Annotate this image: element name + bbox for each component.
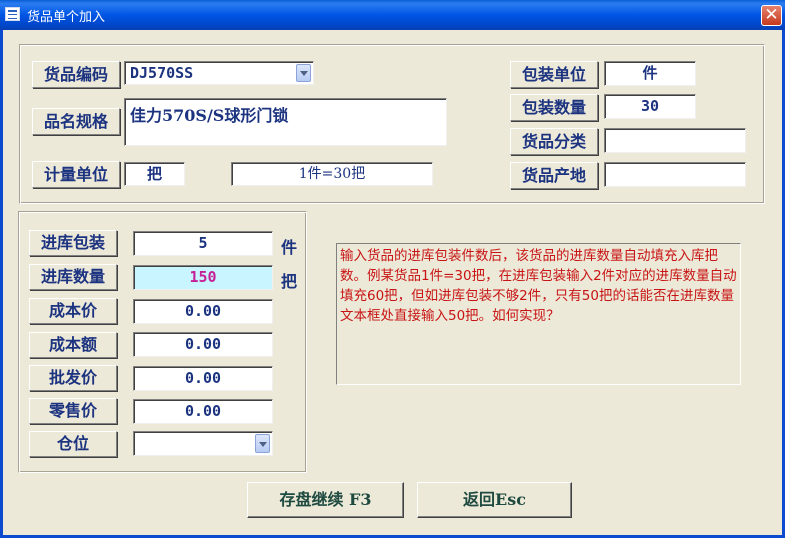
location-dropdown-icon[interactable]: [255, 434, 270, 453]
back-label: 返回Esc: [463, 490, 526, 509]
measure-value: 把: [146, 165, 162, 183]
category-field[interactable]: [604, 128, 746, 153]
name-value: 佳力570S/S球形门锁: [130, 106, 289, 125]
origin-field[interactable]: [604, 162, 746, 187]
retail-value: 0.00: [184, 402, 222, 420]
cost-amount-field[interactable]: 0.00: [133, 332, 273, 357]
name-label: 品名规格: [32, 108, 120, 135]
wholesale-value: 0.00: [184, 369, 222, 387]
conversion-value: 1件=30把: [298, 166, 366, 182]
pack-unit-label: 包装单位: [510, 61, 598, 88]
cost-price-label: 成本价: [29, 298, 117, 324]
close-icon: ✕: [764, 5, 779, 25]
code-label: 货品编码: [32, 61, 120, 88]
wholesale-field[interactable]: 0.00: [133, 366, 273, 391]
in-pack-unit: 件: [281, 238, 298, 257]
dialog-body: 货品编码 DJ570SS 品名规格 佳力570S/S球形门锁 计量单位 把 1件…: [3, 30, 782, 535]
title-bar: 货品单个加入 ✕: [0, 0, 785, 30]
conversion-field[interactable]: 1件=30把: [231, 162, 433, 186]
window-title: 货品单个加入: [27, 10, 106, 25]
measure-label: 计量单位: [32, 161, 120, 188]
pack-unit-value: 件: [642, 64, 658, 82]
wholesale-label: 批发价: [29, 365, 117, 391]
in-pack-value: 5: [198, 234, 208, 252]
measure-field[interactable]: 把: [124, 162, 185, 186]
category-label: 货品分类: [510, 128, 598, 155]
name-field[interactable]: 佳力570S/S球形门锁: [124, 98, 447, 146]
in-pack-label: 进库包装: [29, 230, 117, 256]
back-button[interactable]: 返回Esc: [417, 482, 572, 518]
in-qty-unit: 把: [281, 272, 298, 291]
cost-price-value: 0.00: [184, 302, 222, 320]
code-value: DJ570SS: [130, 64, 194, 82]
form-icon: [5, 7, 20, 21]
origin-label: 货品产地: [510, 162, 598, 189]
code-dropdown-icon[interactable]: [296, 64, 311, 82]
pack-unit-field[interactable]: 件: [604, 61, 696, 86]
note-text: 输入货品的进库包装件数后，该货品的进库数量自动填充入库把数。例某货品1件=30把…: [340, 248, 737, 324]
pack-qty-field[interactable]: 30: [604, 94, 696, 119]
dialog-window: 货品单个加入 ✕ 货品编码 DJ570SS 品名规格 佳力570S/S球形门锁 …: [0, 0, 785, 538]
in-qty-field[interactable]: 150: [133, 265, 273, 290]
in-qty-label: 进库数量: [29, 264, 117, 290]
retail-label: 零售价: [29, 398, 117, 424]
location-combobox[interactable]: [133, 431, 273, 456]
in-pack-field[interactable]: 5: [133, 231, 273, 256]
pack-qty-value: 30: [640, 97, 660, 115]
location-label: 仓位: [29, 431, 117, 457]
pack-qty-label: 包装数量: [510, 94, 598, 121]
retail-field[interactable]: 0.00: [133, 399, 273, 424]
close-button[interactable]: ✕: [761, 5, 782, 26]
save-continue-button[interactable]: 存盘继续 F3: [247, 482, 404, 518]
cost-amount-value: 0.00: [184, 335, 222, 353]
cost-amount-label: 成本额: [29, 332, 117, 358]
in-qty-value: 150: [189, 268, 217, 286]
code-combobox[interactable]: DJ570SS: [124, 61, 314, 85]
cost-price-field[interactable]: 0.00: [133, 299, 273, 324]
save-continue-label: 存盘继续 F3: [279, 490, 372, 509]
note-textbox[interactable]: 输入货品的进库包装件数后，该货品的进库数量自动填充入库把数。例某货品1件=30把…: [336, 243, 741, 385]
